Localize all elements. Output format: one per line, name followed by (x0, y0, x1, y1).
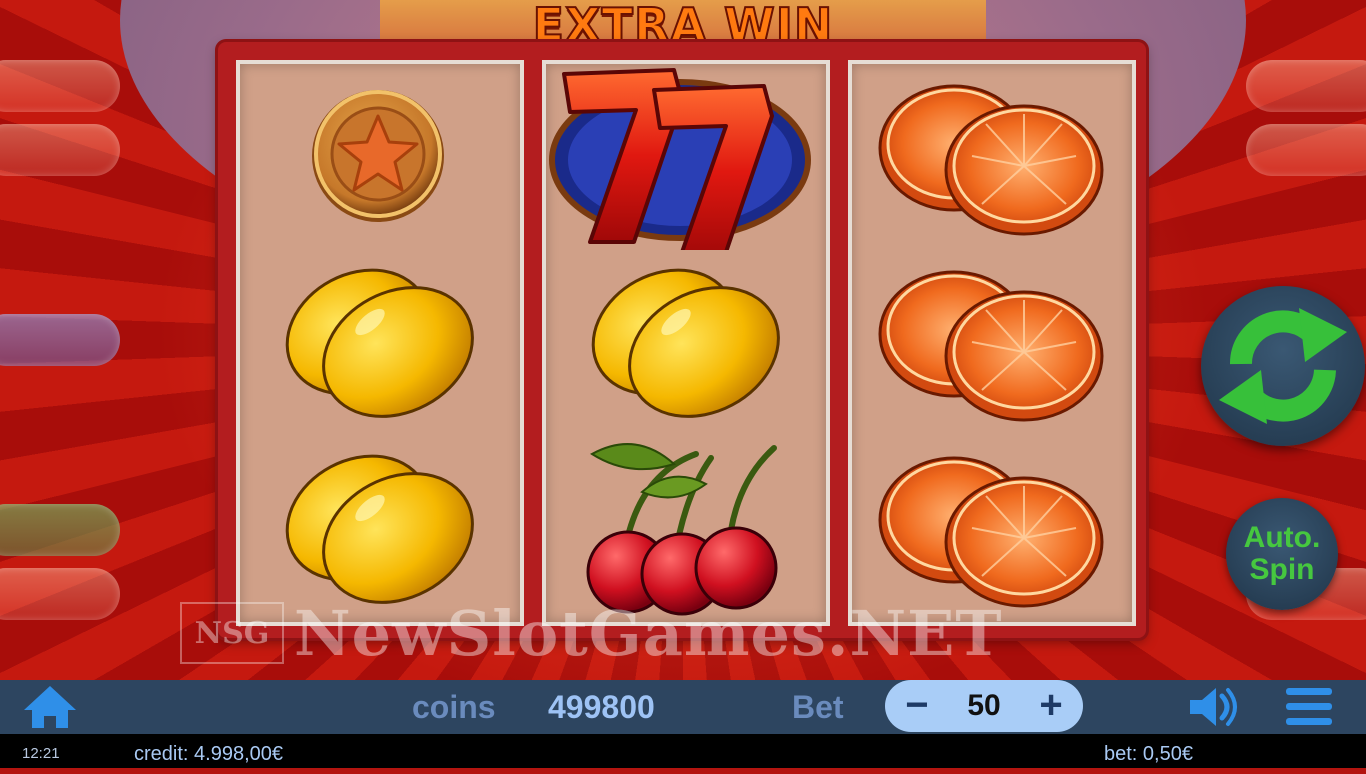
bet-decrease-button[interactable]: − (891, 680, 943, 732)
left-side-button-3[interactable] (0, 314, 120, 366)
left-side-button-5[interactable] (0, 568, 120, 620)
watermark-text: NewSlotGames.NET (294, 596, 1003, 670)
left-side-button-2[interactable] (0, 124, 120, 176)
seven-symbol (546, 64, 826, 250)
cherry-symbol (546, 436, 826, 622)
bet-display: bet: 0,50€ (1104, 743, 1193, 765)
lemon-symbol (240, 436, 520, 622)
left-side-button-4[interactable] (0, 504, 120, 556)
auto-spin-label: Auto. Spin (1243, 521, 1321, 586)
star-coin-symbol (240, 64, 520, 250)
orange-symbol (852, 250, 1132, 436)
status-footer: 12:21 credit: 4.998,00€ bet: 0,50€ (0, 734, 1366, 768)
home-icon (24, 686, 76, 728)
reel-2 (542, 60, 830, 626)
right-side-button-1[interactable] (1246, 60, 1366, 112)
reel-1 (236, 60, 524, 626)
spin-button[interactable] (1201, 286, 1365, 446)
auto-spin-button[interactable]: Auto. Spin (1226, 498, 1338, 610)
lemon-symbol (546, 250, 826, 436)
right-side-button-2[interactable] (1246, 124, 1366, 176)
watermark-logo: NSG (180, 602, 284, 664)
sound-icon (1190, 688, 1237, 726)
orange-symbol (852, 64, 1132, 250)
bottom-bar: coins 499800 Bet (0, 680, 1366, 734)
orange-symbol (852, 436, 1132, 622)
reel-3 (848, 60, 1136, 626)
menu-icon (1286, 688, 1332, 725)
bet-increase-button[interactable]: + (1025, 680, 1077, 732)
home-button[interactable] (22, 684, 78, 730)
coins-value: 499800 (548, 689, 655, 725)
bet-value: 50 (967, 689, 1001, 722)
clock: 12:21 (22, 745, 60, 762)
watermark: NSG NewSlotGames.NET (180, 597, 1190, 670)
left-side-button-1[interactable] (0, 60, 120, 112)
bet-control: − 50 + (885, 680, 1083, 732)
sound-button[interactable] (1186, 686, 1242, 728)
coins-label: coins (412, 689, 496, 725)
menu-button[interactable] (1284, 684, 1334, 730)
bet-label: Bet (792, 689, 844, 725)
lemon-symbol (240, 250, 520, 436)
credit-display: credit: 4.998,00€ (134, 743, 283, 765)
spin-icon (1219, 308, 1347, 424)
